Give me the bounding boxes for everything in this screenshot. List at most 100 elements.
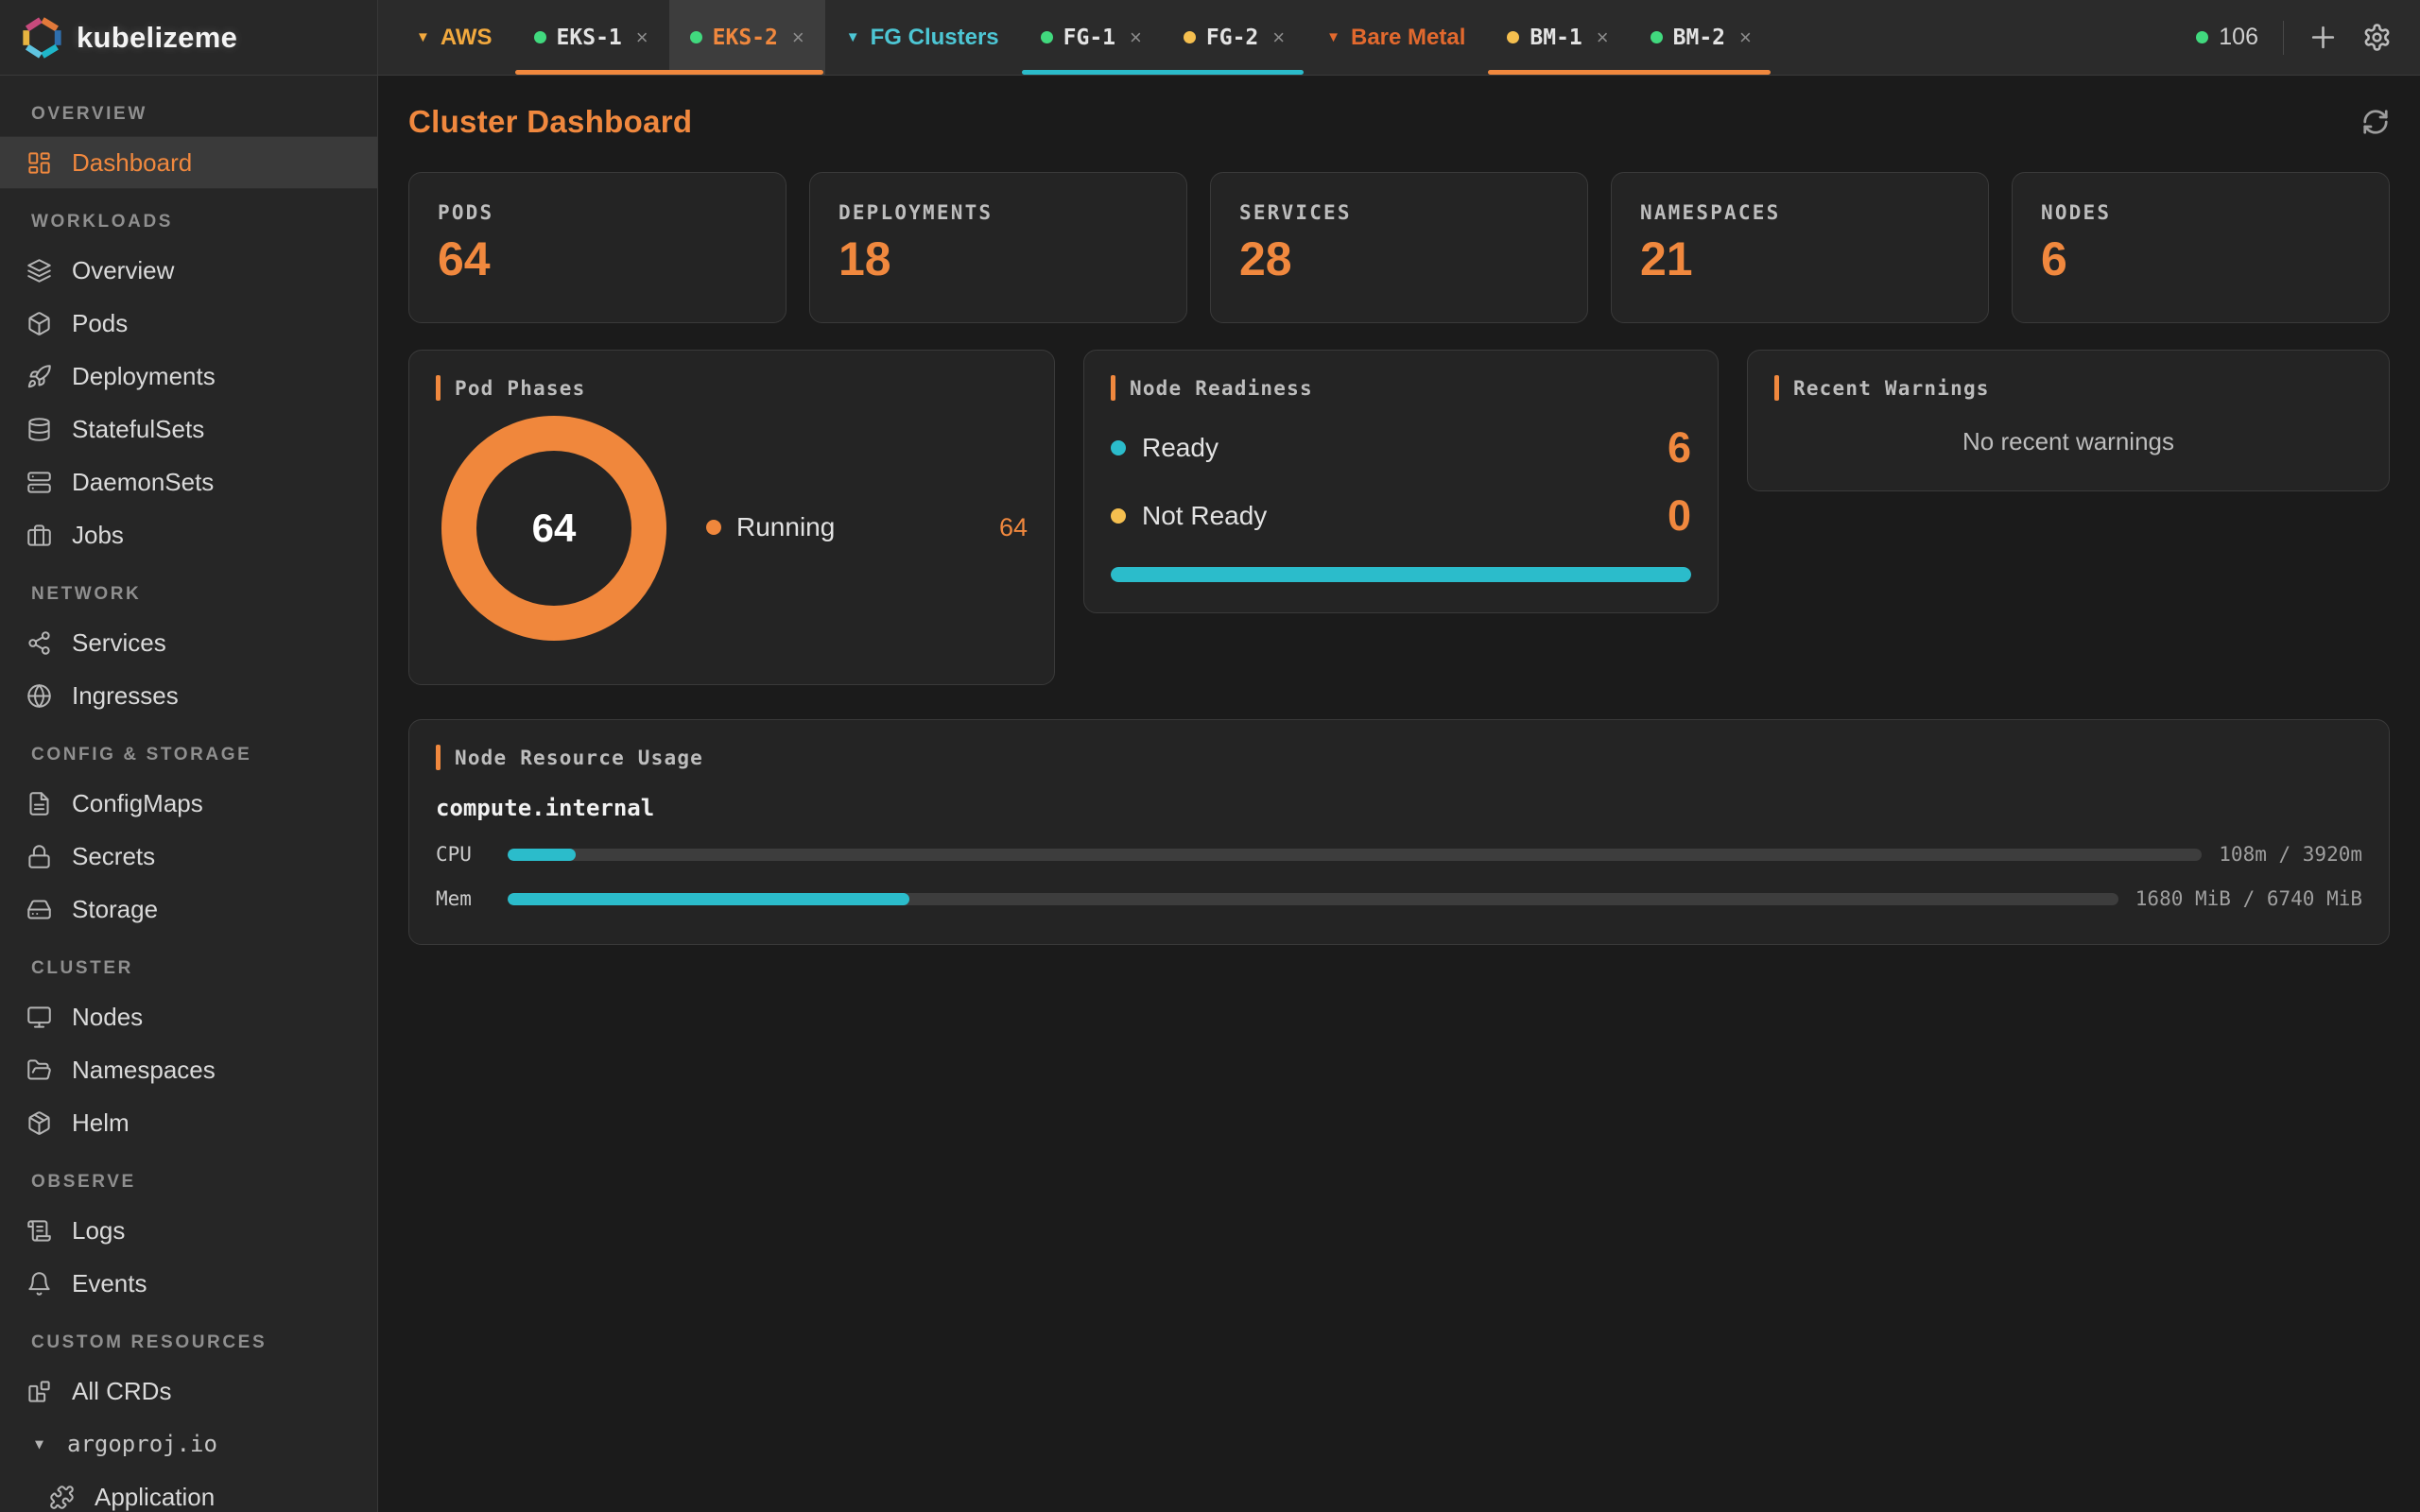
sidebar-item-configmaps[interactable]: ConfigMaps — [0, 777, 377, 830]
stat-value: 28 — [1239, 235, 1559, 283]
brand-hexagon-logo-icon — [21, 16, 64, 60]
sidebar-item-label: Helm — [72, 1108, 130, 1138]
sidebar-item-pods[interactable]: Pods — [0, 297, 377, 350]
tab-group-aws[interactable]: ▼ AWS — [395, 0, 513, 75]
readiness-label: Not Ready — [1142, 501, 1267, 531]
sidebar-item-label: ConfigMaps — [72, 789, 203, 818]
tab-label: BM-1 — [1530, 26, 1582, 50]
stat-value: 18 — [838, 235, 1158, 283]
close-icon[interactable]: × — [636, 26, 648, 50]
tab-bm-1[interactable]: BM-1 × — [1486, 0, 1629, 75]
sidebar-item-label: Dashboard — [72, 148, 192, 178]
tab-label: BM-2 — [1673, 26, 1725, 50]
triangle-down-icon: ▼ — [416, 29, 430, 45]
no-warnings-message: No recent warnings — [1774, 427, 2362, 456]
tab-group-fg-clusters[interactable]: ▼ FG Clusters — [825, 0, 1020, 75]
sidebar-item-label: Application — [95, 1483, 215, 1512]
accent-bar — [1774, 375, 1779, 401]
lock-icon — [26, 844, 52, 869]
usage-row-cpu: CPU 108m / 3920m — [436, 843, 2362, 866]
usage-label: CPU — [436, 843, 508, 866]
sidebar-item-events[interactable]: Events — [0, 1257, 377, 1310]
sidebar-item-argoproj-group[interactable]: ▼ argoproj.io — [0, 1418, 377, 1470]
database-icon — [26, 417, 52, 442]
sidebar-item-logs[interactable]: Logs — [0, 1204, 377, 1257]
sidebar-item-secrets[interactable]: Secrets — [0, 830, 377, 883]
settings-button[interactable] — [2362, 23, 2392, 52]
tab-label: EKS-2 — [713, 26, 778, 50]
card-title: Recent Warnings — [1793, 377, 1990, 400]
close-icon[interactable]: × — [1597, 26, 1609, 50]
sidebar-item-overview[interactable]: Overview — [0, 244, 377, 297]
sidebar-item-services[interactable]: Services — [0, 616, 377, 669]
accent-bar — [436, 745, 441, 770]
readiness-row-ready: Ready 6 — [1111, 426, 1691, 469]
section-header-workloads: WORKLOADS — [0, 189, 377, 244]
gear-icon — [2362, 23, 2392, 52]
node-resource-usage-card: Node Resource Usage compute.internal CPU… — [408, 719, 2390, 945]
tab-eks-1[interactable]: EKS-1 × — [513, 0, 669, 75]
close-icon[interactable]: × — [1739, 26, 1752, 50]
card-header: Node Resource Usage — [436, 745, 2362, 770]
sidebar-item-label: Jobs — [72, 521, 124, 550]
readiness-row-not-ready: Not Ready 0 — [1111, 494, 1691, 537]
section-header-config-storage: CONFIG & STORAGE — [0, 722, 377, 777]
sidebar-item-namespaces[interactable]: Namespaces — [0, 1043, 377, 1096]
pod-phases-body: 64 Running 64 — [436, 401, 1028, 641]
monitor-icon — [26, 1005, 52, 1030]
legend-value: 64 — [999, 513, 1028, 542]
sidebar-item-label: argoproj.io — [67, 1431, 217, 1457]
briefcase-icon — [26, 523, 52, 548]
close-icon[interactable]: × — [1130, 26, 1142, 50]
tab-label: FG-2 — [1206, 26, 1258, 50]
readiness-value: 0 — [1668, 494, 1691, 537]
close-icon[interactable]: × — [792, 26, 804, 50]
stat-card-pods: PODS 64 — [408, 172, 786, 323]
accent-bar — [436, 375, 441, 401]
stat-label: PODS — [438, 201, 757, 224]
sidebar-item-helm[interactable]: Helm — [0, 1096, 377, 1149]
sidebar-item-statefulsets[interactable]: StatefulSets — [0, 403, 377, 455]
status-dot — [1507, 31, 1519, 43]
section-header-overview: OVERVIEW — [0, 81, 377, 136]
tab-bm-2[interactable]: BM-2 × — [1630, 0, 1772, 75]
sidebar-item-jobs[interactable]: Jobs — [0, 508, 377, 561]
readiness-value: 6 — [1668, 426, 1691, 469]
stat-card-namespaces: NAMESPACES 21 — [1611, 172, 1989, 323]
sidebar-item-dashboard[interactable]: Dashboard — [0, 136, 377, 189]
sidebar-item-label: Events — [72, 1269, 147, 1298]
status-dot — [1111, 440, 1126, 455]
sidebar-item-label: Logs — [72, 1216, 125, 1246]
readiness-label: Ready — [1142, 433, 1219, 463]
app-root: kubelizeme OVERVIEW Dashboard WORKLOADS … — [0, 0, 2420, 1512]
plus-icon — [2308, 23, 2338, 52]
sidebar-item-label: Services — [72, 628, 166, 658]
sidebar-item-deployments[interactable]: Deployments — [0, 350, 377, 403]
sidebar-item-daemonsets[interactable]: DaemonSets — [0, 455, 377, 508]
tab-group-bare-metal[interactable]: ▼ Bare Metal — [1305, 0, 1486, 75]
globe-icon — [26, 683, 52, 709]
tab-fg-1[interactable]: FG-1 × — [1020, 0, 1163, 75]
tab-group-underline — [515, 70, 823, 75]
add-cluster-button[interactable] — [2308, 23, 2338, 52]
sidebar-item-nodes[interactable]: Nodes — [0, 990, 377, 1043]
tab-fg-2[interactable]: FG-2 × — [1163, 0, 1305, 75]
status-dot — [2196, 31, 2208, 43]
scroll-icon — [26, 1218, 52, 1244]
close-icon[interactable]: × — [1272, 26, 1285, 50]
rocket-icon — [26, 364, 52, 389]
dashboard-icon — [26, 150, 52, 176]
sidebar-item-all-crds[interactable]: All CRDs — [0, 1365, 377, 1418]
sidebar-item-ingresses[interactable]: Ingresses — [0, 669, 377, 722]
sidebar-item-application[interactable]: Application — [0, 1470, 377, 1512]
stat-value: 64 — [438, 235, 757, 283]
blocks-icon — [26, 1379, 52, 1404]
tab-eks-2[interactable]: EKS-2 × — [669, 0, 825, 75]
stats-row: PODS 64 DEPLOYMENTS 18 SERVICES 28 NAMES… — [408, 172, 2390, 323]
file-text-icon — [26, 791, 52, 816]
resource-count: 106 — [2196, 24, 2258, 51]
sidebar-item-storage[interactable]: Storage — [0, 883, 377, 936]
stat-label: DEPLOYMENTS — [838, 201, 1158, 224]
sidebar-item-label: Secrets — [72, 842, 155, 871]
refresh-button[interactable] — [2361, 108, 2390, 136]
